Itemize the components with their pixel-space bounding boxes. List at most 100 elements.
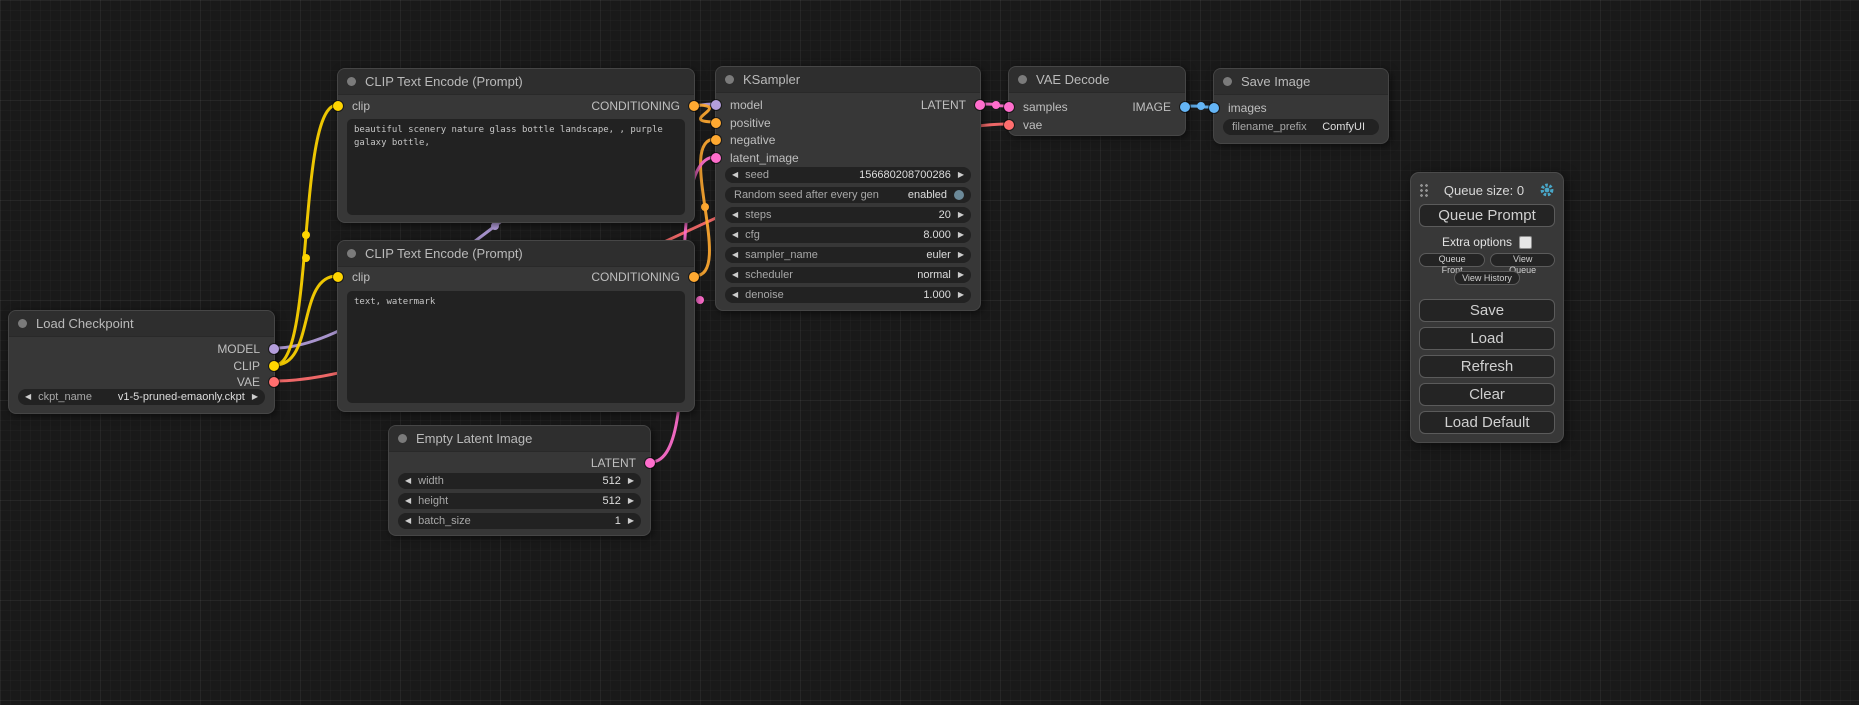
widget-batch-size[interactable]: ◀ batch_size 1 ▶ <box>398 513 641 529</box>
prompt-textarea[interactable]: beautiful scenery nature glass bottle la… <box>347 119 685 215</box>
widget-scheduler[interactable]: ◀ scheduler normal ▶ <box>725 267 971 283</box>
node-title-bar[interactable]: Empty Latent Image <box>389 426 650 452</box>
settings-gear-icon[interactable] <box>1539 182 1555 198</box>
arrow-left-icon[interactable]: ◀ <box>405 473 411 489</box>
node-title-bar[interactable]: CLIP Text Encode (Prompt) <box>338 69 694 95</box>
menu-spacer <box>1419 285 1555 294</box>
arrow-right-icon[interactable]: ▶ <box>958 267 964 283</box>
collapse-dot-icon[interactable] <box>398 434 407 443</box>
collapse-dot-icon[interactable] <box>18 319 27 328</box>
pin-images-input[interactable] <box>1209 103 1219 113</box>
collapse-dot-icon[interactable] <box>1018 75 1027 84</box>
menu-header: Queue size: 0 <box>1419 181 1555 199</box>
node-load-checkpoint[interactable]: Load Checkpoint MODEL CLIP VAE ◀ ckpt_na… <box>8 310 275 414</box>
node-title-bar[interactable]: Save Image <box>1214 69 1388 95</box>
slot-label: model <box>730 98 763 112</box>
collapse-dot-icon[interactable] <box>1223 77 1232 86</box>
arrow-right-icon[interactable]: ▶ <box>252 389 258 405</box>
pin-model-input[interactable] <box>711 100 721 110</box>
pin-latent-output[interactable] <box>645 458 655 468</box>
slot-label: LATENT <box>921 98 966 112</box>
pin-latent-image-input[interactable] <box>711 153 721 163</box>
pin-model-output[interactable] <box>269 344 279 354</box>
pin-conditioning-output[interactable] <box>689 101 699 111</box>
drag-handle-icon[interactable] <box>1419 183 1429 197</box>
node-empty-latent-image[interactable]: Empty Latent Image LATENT ◀ width 512 ▶ … <box>388 425 651 536</box>
pin-vae-output[interactable] <box>269 377 279 387</box>
widget-label: steps <box>745 209 771 221</box>
node-save-image[interactable]: Save Image images filename_prefix ComfyU… <box>1213 68 1389 144</box>
arrow-left-icon[interactable]: ◀ <box>732 207 738 223</box>
arrow-right-icon[interactable]: ▶ <box>628 493 634 509</box>
arrow-right-icon[interactable]: ▶ <box>958 227 964 243</box>
widget-filename-prefix[interactable]: filename_prefix ComfyUI <box>1223 119 1379 135</box>
widget-seed[interactable]: ◀ seed 156680208700286 ▶ <box>725 167 971 183</box>
widget-denoise[interactable]: ◀ denoise 1.000 ▶ <box>725 287 971 303</box>
node-clip-text-encode-negative[interactable]: CLIP Text Encode (Prompt) clip CONDITION… <box>337 240 695 412</box>
arrow-right-icon[interactable]: ▶ <box>628 473 634 489</box>
prompt-textarea[interactable]: text, watermark <box>347 291 685 403</box>
input-slot-positive: positive <box>730 115 771 131</box>
pin-positive-input[interactable] <box>711 118 721 128</box>
pin-vae-input[interactable] <box>1004 120 1014 130</box>
arrow-right-icon[interactable]: ▶ <box>958 167 964 183</box>
widget-sampler-name[interactable]: ◀ sampler_name euler ▶ <box>725 247 971 263</box>
widget-random-seed-toggle[interactable]: Random seed after every gen enabled <box>725 187 971 203</box>
node-title-bar[interactable]: Load Checkpoint <box>9 311 274 337</box>
arrow-left-icon[interactable]: ◀ <box>732 167 738 183</box>
arrow-left-icon[interactable]: ◀ <box>25 389 31 405</box>
widget-ckpt-name[interactable]: ◀ ckpt_name v1-5-pruned-emaonly.ckpt ▶ <box>18 389 265 405</box>
pin-image-output[interactable] <box>1180 102 1190 112</box>
widget-height[interactable]: ◀ height 512 ▶ <box>398 493 641 509</box>
arrow-left-icon[interactable]: ◀ <box>405 493 411 509</box>
graph-canvas[interactable]: Load Checkpoint MODEL CLIP VAE ◀ ckpt_na… <box>0 0 1859 705</box>
collapse-dot-icon[interactable] <box>347 77 356 86</box>
node-title: Save Image <box>1241 69 1310 95</box>
node-vae-decode[interactable]: VAE Decode samples vae IMAGE <box>1008 66 1186 136</box>
output-slot-conditioning: CONDITIONING <box>591 98 680 114</box>
pin-samples-input[interactable] <box>1004 102 1014 112</box>
queue-prompt-button[interactable]: Queue Prompt <box>1419 204 1555 227</box>
collapse-dot-icon[interactable] <box>347 249 356 258</box>
widget-cfg[interactable]: ◀ cfg 8.000 ▶ <box>725 227 971 243</box>
pin-clip-input[interactable] <box>333 101 343 111</box>
arrow-left-icon[interactable]: ◀ <box>732 287 738 303</box>
collapse-dot-icon[interactable] <box>725 75 734 84</box>
slot-label: clip <box>352 270 370 284</box>
pin-negative-input[interactable] <box>711 135 721 145</box>
widget-width[interactable]: ◀ width 512 ▶ <box>398 473 641 489</box>
arrow-left-icon[interactable]: ◀ <box>405 513 411 529</box>
load-button[interactable]: Load <box>1419 327 1555 350</box>
pin-latent-output[interactable] <box>975 100 985 110</box>
arrow-right-icon[interactable]: ▶ <box>628 513 634 529</box>
arrow-right-icon[interactable]: ▶ <box>958 207 964 223</box>
node-ksampler[interactable]: KSampler model positive negative latent_… <box>715 66 981 311</box>
arrow-left-icon[interactable]: ◀ <box>732 267 738 283</box>
arrow-right-icon[interactable]: ▶ <box>958 247 964 263</box>
slot-label: images <box>1228 101 1267 115</box>
view-history-button[interactable]: View History <box>1454 271 1520 285</box>
arrow-right-icon[interactable]: ▶ <box>958 287 964 303</box>
pin-conditioning-output[interactable] <box>689 272 699 282</box>
arrow-left-icon[interactable]: ◀ <box>732 247 738 263</box>
extra-options-checkbox[interactable] <box>1519 236 1532 249</box>
node-clip-text-encode-positive[interactable]: CLIP Text Encode (Prompt) clip CONDITION… <box>337 68 695 223</box>
widget-steps[interactable]: ◀ steps 20 ▶ <box>725 207 971 223</box>
node-title: CLIP Text Encode (Prompt) <box>365 69 523 95</box>
refresh-button[interactable]: Refresh <box>1419 355 1555 378</box>
save-button[interactable]: Save <box>1419 299 1555 322</box>
wire-midpoint-clip-positive <box>302 231 310 239</box>
view-queue-button[interactable]: View Queue <box>1490 253 1555 267</box>
widget-label: seed <box>745 169 769 181</box>
node-title-bar[interactable]: CLIP Text Encode (Prompt) <box>338 241 694 267</box>
toggle-icon[interactable] <box>954 190 964 200</box>
node-title-bar[interactable]: VAE Decode <box>1009 67 1185 93</box>
pin-clip-input[interactable] <box>333 272 343 282</box>
arrow-left-icon[interactable]: ◀ <box>732 227 738 243</box>
pin-clip-output[interactable] <box>269 361 279 371</box>
clear-button[interactable]: Clear <box>1419 383 1555 406</box>
load-default-button[interactable]: Load Default <box>1419 411 1555 434</box>
queue-front-button[interactable]: Queue Front <box>1419 253 1485 267</box>
node-title-bar[interactable]: KSampler <box>716 67 980 93</box>
node-title: KSampler <box>743 67 800 93</box>
